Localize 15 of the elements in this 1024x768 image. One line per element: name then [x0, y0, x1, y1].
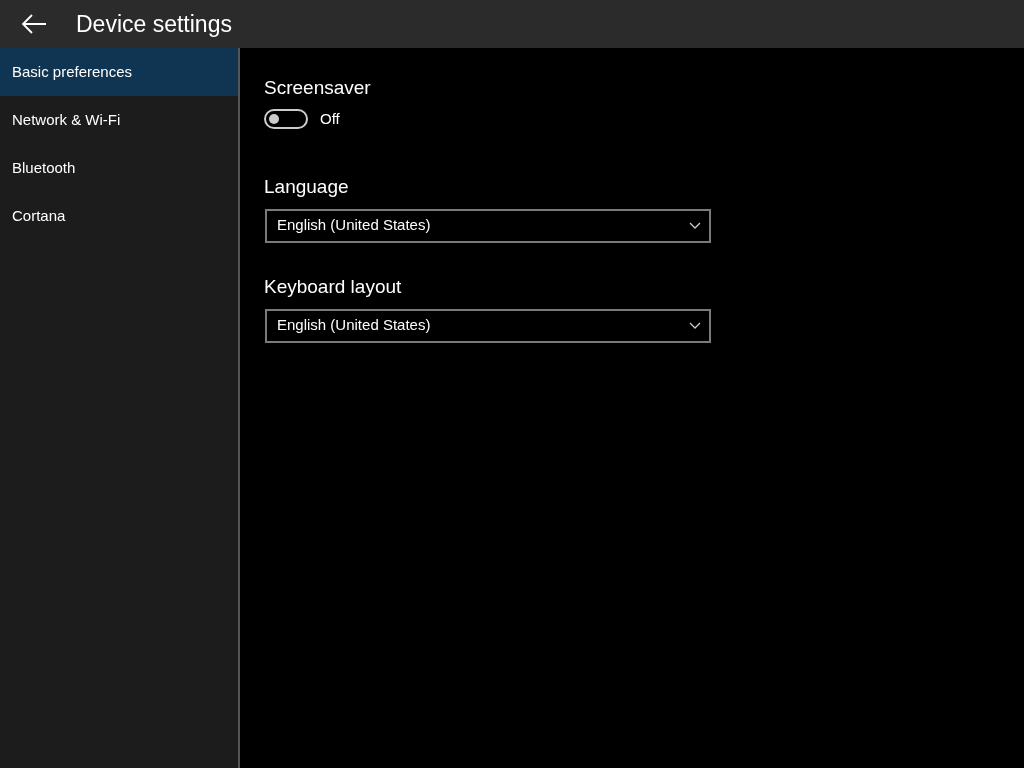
setting-label: Screensaver	[264, 76, 372, 100]
sidebar-item[interactable]: Basic preferences	[0, 48, 238, 96]
setting-label: Language	[264, 174, 350, 199]
setting-label: Keyboard layout	[264, 274, 403, 299]
sidebar-item[interactable]: Cortana	[0, 192, 238, 240]
dropdown[interactable]: English (United States)	[265, 208, 711, 243]
window-title: Device settings	[76, 9, 232, 39]
toggle-switch[interactable]	[264, 109, 308, 130]
toggle-state: Off	[320, 109, 340, 129]
sidebar-item[interactable]: Network & Wi-Fi	[0, 96, 238, 144]
sidebar-item[interactable]: Bluetooth	[0, 144, 238, 192]
back-arrow-icon	[21, 14, 47, 34]
chevron-down-icon	[689, 321, 701, 330]
dropdown[interactable]: English (United States)	[265, 308, 711, 343]
chevron-down-icon	[689, 221, 701, 230]
